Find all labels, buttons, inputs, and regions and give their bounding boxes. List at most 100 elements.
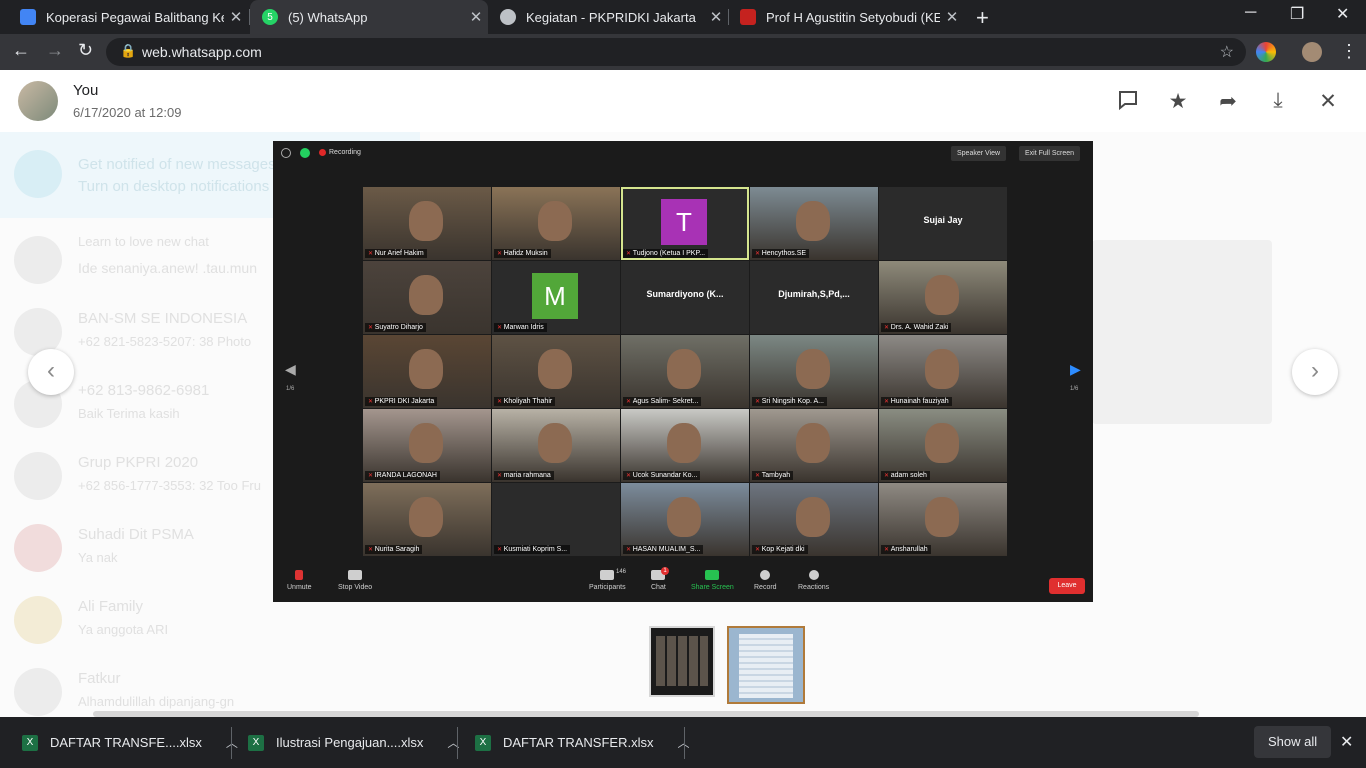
page-indicator-left: 1/6 (286, 386, 295, 392)
browser-menu-icon[interactable]: ⋮ (1340, 41, 1358, 62)
downloads-bar: X DAFTAR TRANSFE....xlsx ︿ X Ilustrasi P… (0, 717, 1366, 768)
forward-icon[interactable]: ➦ (1214, 89, 1242, 113)
chat-title: Get notified of new messages (78, 156, 276, 173)
restore-icon[interactable]: ❐ (1290, 4, 1304, 24)
chat-title: Fatkur (78, 670, 121, 687)
participant-video (538, 201, 572, 241)
participant-tile: Agus Salim- Sekret... (621, 335, 749, 408)
participant-tile: Nurita Saragih (363, 483, 491, 556)
chat-preview: +62 821-5823-5207: 38 Photo (78, 334, 252, 349)
participant-name-label: maria rahmana (494, 471, 554, 480)
participant-video (667, 497, 701, 537)
close-viewer-icon[interactable]: ✕ (1314, 89, 1342, 113)
new-tab-button[interactable]: + (976, 5, 989, 31)
star-icon[interactable]: ★ (1164, 89, 1192, 113)
download-item[interactable]: X Ilustrasi Pengajuan....xlsx ︿ (248, 717, 459, 768)
participant-video (538, 423, 572, 463)
download-item[interactable]: X DAFTAR TRANSFER.xlsx ︿ (475, 717, 690, 768)
share-screen-control: Share Screen (691, 570, 734, 591)
chat-preview: Turn on desktop notifications (78, 178, 270, 195)
participant-name-label: Agus Salim- Sekret... (623, 397, 702, 406)
participant-video (925, 349, 959, 389)
participant-video (925, 423, 959, 463)
participant-grid: Nur Arief Hakim Hafidz Muksin T Tudjono (Ke… (363, 187, 1007, 556)
sender-name: You (73, 82, 99, 99)
reload-icon[interactable]: ↻ (78, 40, 93, 61)
close-tab-icon[interactable]: ✕ (464, 8, 488, 26)
media-thumbnail[interactable] (649, 626, 715, 697)
participant-name-label: Ansharullah (881, 545, 931, 554)
participant-name-label: Kusmiati Koprim S... (494, 545, 571, 554)
shield-icon (300, 148, 310, 158)
participant-video (796, 201, 830, 241)
participant-name-label: Kholiyah Thahir (494, 397, 556, 406)
previous-media-button[interactable]: ‹ (28, 349, 74, 395)
info-icon (281, 148, 291, 158)
message-timestamp: 6/17/2020 at 12:09 (73, 105, 182, 120)
chat-preview: +62 856-1777-3553: 32 Too Fru (78, 478, 261, 493)
media-image[interactable]: Recording Speaker View Exit Full Screen … (273, 141, 1093, 602)
address-bar[interactable]: 🔒 web.whatsapp.com ☆ (106, 38, 1246, 66)
bookmark-star-icon[interactable]: ☆ (1220, 42, 1234, 62)
tab-prof-agustitin[interactable]: Prof H Agustitin Setyobudi (KETU ✕ (728, 0, 964, 34)
url-text: web.whatsapp.com (142, 44, 262, 60)
participants-count: 146 (616, 569, 627, 575)
participant-video (925, 275, 959, 315)
tab-koperasi[interactable]: Koperasi Pegawai Balitbang Keme ✕ (8, 0, 248, 34)
participant-tile: Ansharullah (879, 483, 1007, 556)
participant-name-label: Nurita Saragih (365, 545, 423, 554)
download-icon[interactable]: ⤓ (1264, 89, 1292, 113)
whatsapp-icon: 5 (262, 9, 278, 25)
go-to-message-icon[interactable] (1114, 89, 1142, 113)
next-media-button[interactable]: › (1292, 349, 1338, 395)
participant-video (796, 349, 830, 389)
page-right-icon: ▶ (1070, 361, 1081, 377)
close-tab-icon[interactable]: ✕ (704, 8, 728, 26)
globe-icon (500, 9, 516, 25)
chat-title: +62 813-9862-6981 (78, 382, 210, 399)
participant-name-label: Hencythos.SE (752, 249, 810, 258)
participant-name-label: Marwan Idris (494, 323, 547, 332)
forward-icon[interactable]: → (46, 40, 64, 61)
close-window-icon[interactable]: ✕ (1336, 4, 1349, 24)
participant-tile: HASAN MUALIM_S... (621, 483, 749, 556)
zoom-topbar: Recording Speaker View Exit Full Screen (273, 141, 1093, 165)
close-tab-icon[interactable]: ✕ (940, 8, 964, 26)
download-filename: Ilustrasi Pengajuan....xlsx (276, 735, 424, 750)
back-icon[interactable]: ← (12, 40, 30, 61)
browser-tab-strip: Koperasi Pegawai Balitbang Keme ✕ 5 (5) … (0, 0, 1366, 34)
show-all-button[interactable]: Show all (1254, 726, 1332, 758)
tab-kegiatan[interactable]: Kegiatan - PKPRIDKI Jakarta ✕ (488, 0, 728, 34)
chat-title: Learn to love new chat (78, 234, 209, 249)
record-control: Record (754, 570, 777, 591)
participant-name-label: Hunainah fauziyah (881, 397, 952, 406)
participant-tile: T Tudjono (Ketua I PKP... (621, 187, 749, 260)
participant-tile: Hafidz Muksin (492, 187, 620, 260)
media-thumbnail[interactable] (727, 626, 805, 704)
participant-name-label: Hafidz Muksin (494, 249, 551, 258)
participant-name-label: Sri Ningsih Kop. A... (752, 397, 827, 406)
minimize-icon[interactable]: ─ (1245, 4, 1256, 22)
participant-video (409, 275, 443, 315)
participant-video (409, 349, 443, 389)
download-item[interactable]: X DAFTAR TRANSFE....xlsx ︿ (22, 717, 238, 768)
tab-title: Kegiatan - PKPRIDKI Jakarta (526, 9, 696, 25)
participant-tile: Sujai Jay (879, 187, 1007, 260)
participant-tile: Kholiyah Thahir (492, 335, 620, 408)
participant-tile: Hunainah fauziyah (879, 335, 1007, 408)
participant-display-name: Sumardiyono (K... (646, 289, 724, 299)
speaker-view-label: Speaker View (951, 146, 1007, 161)
profile-avatar[interactable] (1302, 42, 1322, 62)
tab-whatsapp[interactable]: 5 (5) WhatsApp ✕ (250, 0, 488, 34)
extension-icon[interactable] (1256, 42, 1276, 62)
participant-name-label: Tudjono (Ketua I PKP... (623, 249, 709, 258)
participant-tile: Ucok Sunandar Ko... (621, 409, 749, 482)
close-tab-icon[interactable]: ✕ (224, 8, 248, 26)
close-downloads-icon[interactable]: ✕ (1340, 732, 1353, 752)
chat-preview: Baik Terima kasih (78, 406, 180, 421)
excel-file-icon: X (475, 734, 491, 751)
download-filename: DAFTAR TRANSFER.xlsx (503, 735, 654, 750)
participant-tile: Drs. A. Wahid Zaki (879, 261, 1007, 334)
participant-initial: T (661, 199, 707, 245)
participant-tile: Kop Kejati dki (750, 483, 878, 556)
